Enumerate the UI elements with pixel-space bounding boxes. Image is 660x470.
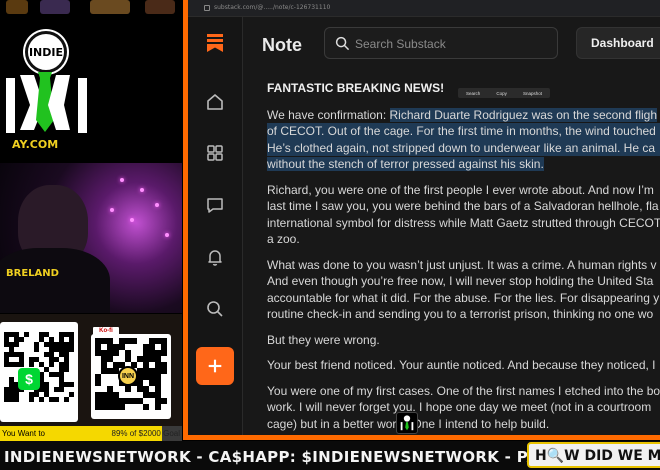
search-icon	[335, 36, 350, 51]
note-paragraph: You were one of my first cases. One of t…	[267, 383, 660, 433]
webcam-feed: BRELAND	[0, 163, 182, 313]
home-icon[interactable]	[205, 92, 225, 112]
selected-text[interactable]: of CECOT. Out of the cage. For the first…	[267, 123, 660, 140]
note-paragraph: Richard, you were one of the first peopl…	[267, 182, 660, 248]
text-line: routine check-in and sending you to a te…	[267, 307, 654, 321]
note-paragraph: What was done to you wasn’t just unjust.…	[267, 257, 660, 323]
bell-icon[interactable]	[205, 247, 225, 267]
indie-logo-text: INDIE	[28, 45, 64, 59]
selected-text[interactable]: Richard Duarte Rodriguez was on the seco…	[389, 107, 657, 122]
text-line: accountable for what it did. For the abu…	[267, 290, 660, 305]
text-line: without the stench of terror pressed aga…	[267, 156, 660, 173]
selection-context-menu: Search Copy Snapshot	[458, 88, 550, 98]
text-line: international symbol for distress while …	[267, 215, 660, 230]
bokeh-light	[90, 0, 130, 14]
goal-percentage: 89% of $2000 Goal	[111, 429, 181, 438]
indie-logo-icon	[400, 415, 414, 431]
goal-caption: You Want to	[2, 429, 45, 438]
bokeh-light	[6, 0, 28, 14]
selected-text[interactable]: He’s clothed again, not stripped down to…	[267, 139, 660, 156]
context-menu-copy[interactable]: Copy	[496, 91, 507, 96]
text-line: Your best friend noticed. Your auntie no…	[267, 358, 656, 372]
search-input[interactable]	[355, 36, 545, 52]
chat-icon[interactable]	[205, 195, 225, 215]
show-title-badge: H🔍W DID WE M	[527, 442, 660, 468]
text-line: But they were wrong.	[267, 332, 380, 347]
note-paragraph: But they were wrong.	[267, 332, 660, 349]
note-body: FANTASTIC BREAKING NEWS! We have confirm…	[267, 80, 660, 435]
string-light	[140, 188, 144, 192]
text-line: work. I will never forget you. I hope on…	[267, 400, 652, 414]
qr-module	[161, 404, 167, 410]
plus-icon	[208, 359, 222, 373]
text-line: cage) but in a better world. One I inten…	[267, 416, 550, 431]
address-bar[interactable]: substack.com/@...../note/c-126731110	[188, 0, 660, 17]
cashapp-qr-code	[4, 332, 74, 402]
cashapp-logo-icon: $	[18, 368, 40, 390]
text-line: And even though you’re free now, I will …	[267, 274, 654, 288]
site-url-text: AY.COM	[12, 138, 59, 151]
page-title: Note	[262, 35, 302, 55]
note-paragraph: Your best friend noticed. Your auntie no…	[267, 357, 660, 374]
qr-module	[69, 397, 74, 402]
kofi-label: Ko-fi	[93, 327, 119, 335]
substack-header: Note Dashboard	[244, 17, 660, 71]
string-light	[120, 178, 124, 182]
text-line: You were one of my first cases. One of t…	[267, 383, 660, 398]
cashapp-qr-card[interactable]: $	[0, 322, 78, 422]
kofi-qr-card[interactable]: INN	[91, 334, 171, 419]
donation-goal-bar: You Want to 89% of $2000 Goal	[0, 426, 182, 442]
donation-qr-panel: $ INN	[0, 314, 182, 426]
context-menu-search[interactable]: Search	[466, 91, 480, 96]
search-box[interactable]	[324, 27, 558, 59]
url-text[interactable]: substack.com/@...../note/c-126731110	[214, 4, 330, 11]
channel-logo-panel: INDIE AY.COM	[0, 0, 182, 162]
string-light	[110, 208, 114, 212]
stream-overlay: INDIE AY.COM BRELAND $ INN Ko-fi You Wan…	[0, 0, 660, 470]
bokeh-light	[145, 0, 175, 14]
string-light	[165, 233, 169, 237]
dashboard-button[interactable]: Dashboard	[576, 27, 660, 59]
search-icon[interactable]	[205, 299, 225, 319]
grid-icon[interactable]	[205, 143, 225, 163]
note-paragraph: We have confirmation: Richard Duarte Rod…	[267, 107, 660, 173]
browser-window: substack.com/@...../note/c-126731110 Not…	[188, 0, 660, 435]
text-line: last time I saw you, you were behind the…	[267, 199, 659, 213]
text-line: What was done to you wasn’t just unjust.…	[267, 257, 657, 272]
streamer-name-label: BRELAND	[6, 268, 59, 279]
indie-logo-badge: INDIE	[25, 31, 67, 73]
suit-tie-logo-icon	[6, 72, 87, 133]
inn-logo-icon: INN	[118, 366, 138, 386]
text-line: Richard, you were one of the first peopl…	[267, 182, 654, 197]
substack-logo-icon[interactable]	[205, 32, 225, 52]
text-line: We have confirmation: Richard Duarte Rod…	[267, 107, 660, 124]
author-avatar[interactable]	[396, 412, 418, 434]
show-title-text: H🔍W DID WE M	[535, 448, 660, 464]
overlay-frame-bottom	[183, 435, 660, 440]
context-menu-snapshot[interactable]: Snapshot	[523, 91, 542, 96]
selected-text[interactable]: without the stench of terror pressed aga…	[267, 157, 544, 171]
bokeh-light	[40, 0, 70, 14]
text-line: a zoo.	[267, 232, 300, 246]
string-light	[130, 218, 134, 222]
string-light	[155, 203, 159, 207]
substack-sidebar	[188, 17, 243, 435]
text-span: We have confirmation:	[267, 107, 390, 122]
streamer-body	[0, 248, 110, 313]
compose-button[interactable]	[196, 347, 234, 385]
site-info-icon[interactable]	[204, 5, 210, 11]
